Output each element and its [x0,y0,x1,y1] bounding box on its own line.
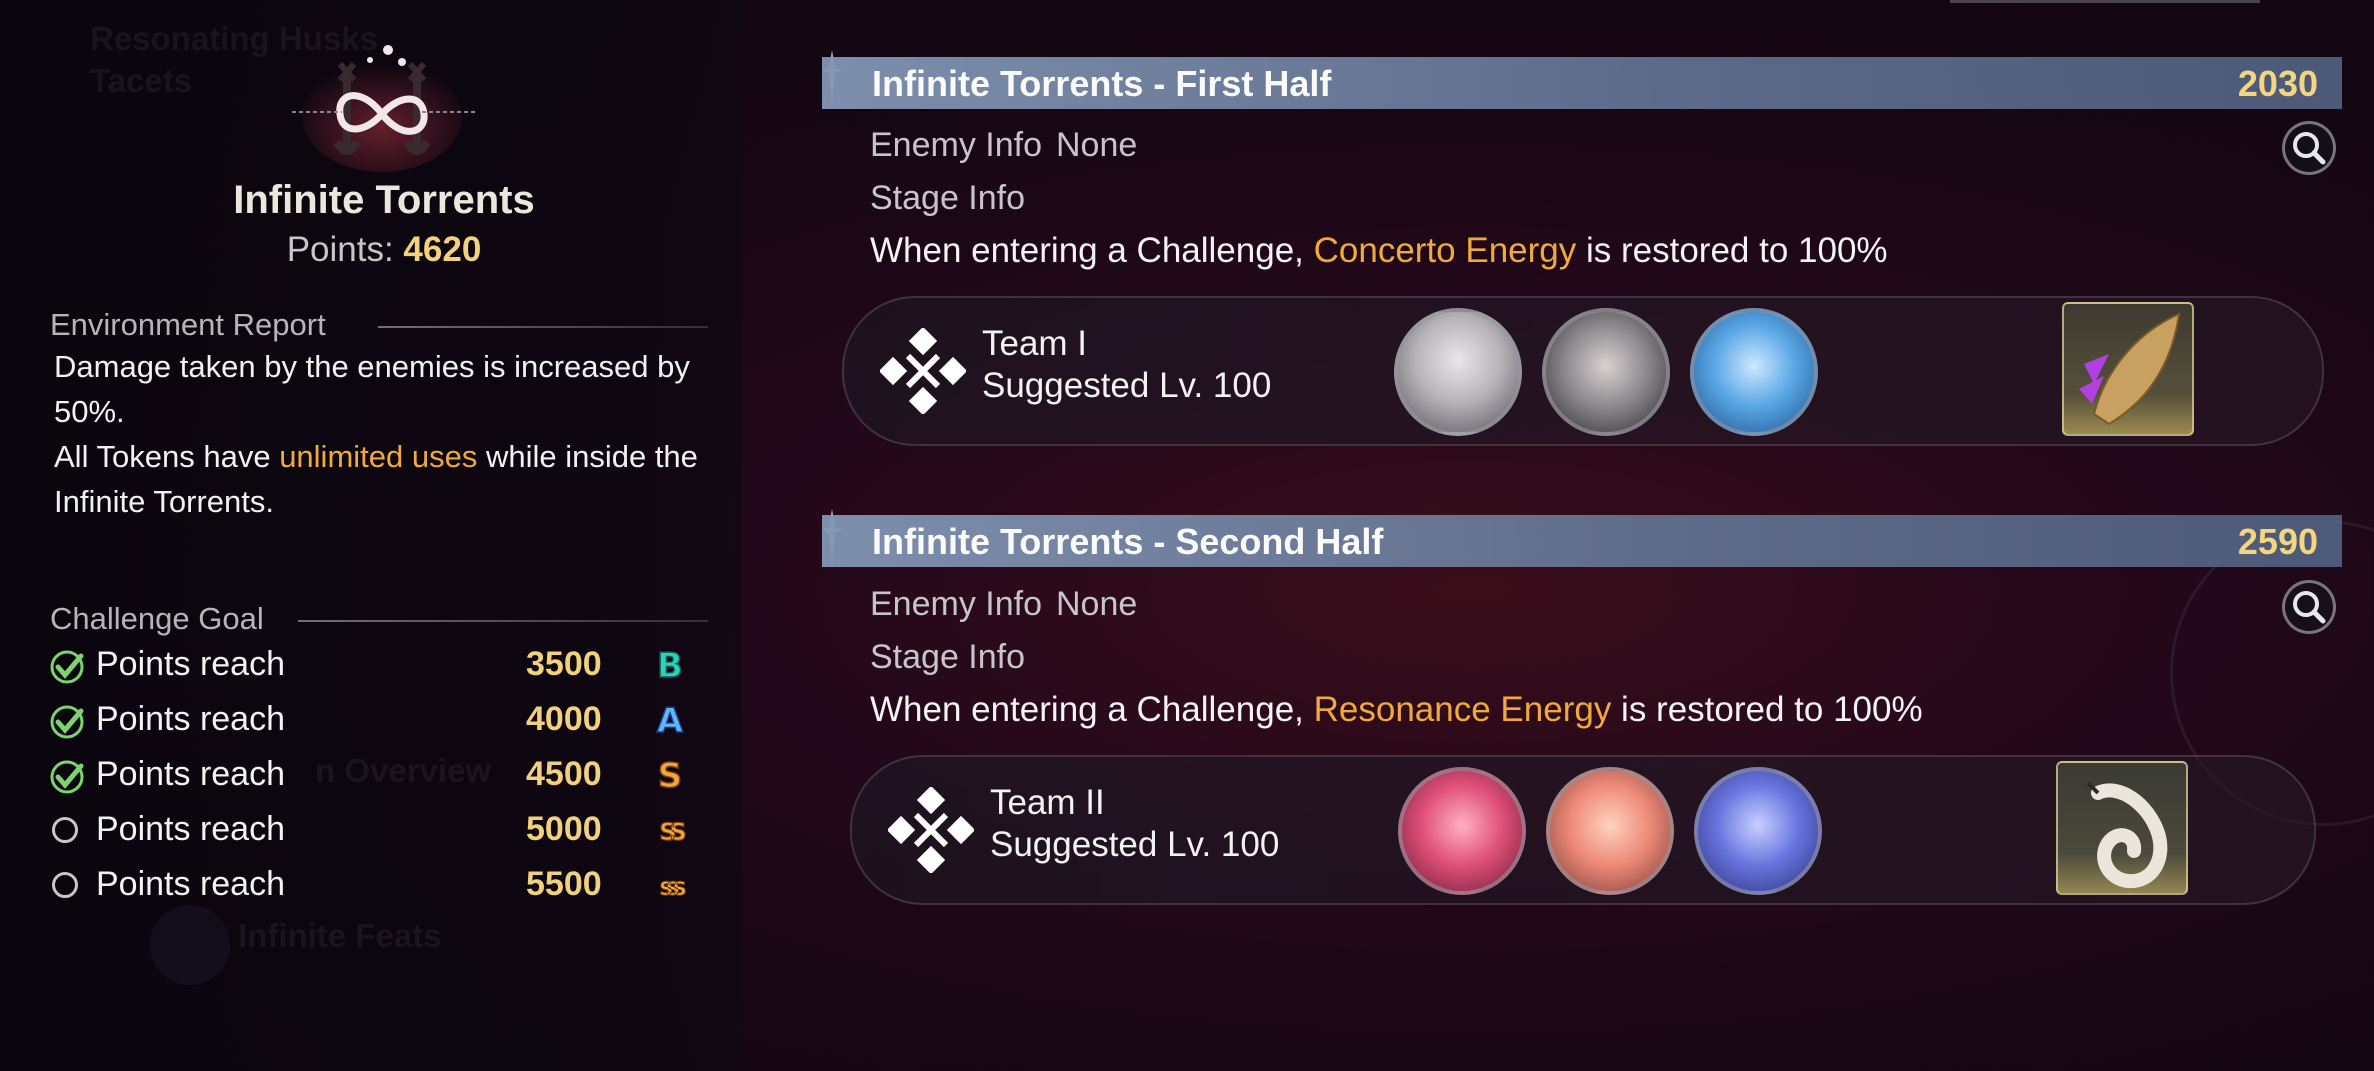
goal-value: 3500 [526,645,602,683]
enemy-info: Enemy Info None [870,126,1137,165]
team-card[interactable]: Team II Suggested Lv. 100 [850,755,2316,905]
character-avatar[interactable] [1546,767,1674,895]
goal-label: Points reach [96,810,285,848]
checkmark-icon [50,705,84,739]
team-emblem-icon [888,787,974,873]
boss-points: Points: 4620 [0,230,768,270]
desc-highlight: Concerto Energy [1313,231,1577,270]
goal-value: 4000 [526,700,602,738]
search-icon [2293,132,2326,165]
env-line-2-pre: All Tokens have [54,439,280,474]
enemy-info-value: None [1055,585,1138,623]
desc-highlight: Resonance Energy [1313,690,1612,729]
character-avatar[interactable] [1398,767,1526,895]
checkmark-icon [50,650,84,684]
stage-description: When entering a Challenge, Resonance Ene… [870,690,1923,730]
stage-info-label: Stage Info [870,638,1026,676]
goal-row: Points reach 5500 SSS [48,861,698,911]
desc-post: is restored to 100% [1611,690,1923,729]
goal-row: Points reach 4000 A [48,696,698,746]
rank-sss-icon: SSS [659,878,692,901]
team-emblem-icon [880,328,966,414]
enemy-info-label: Enemy Info [870,126,1042,164]
enemy-info-search-button[interactable] [2282,580,2336,634]
points-value: 4620 [403,230,482,269]
checkmark-icon [50,760,84,794]
rank-letter: S [658,756,683,795]
boss-emblem-icon [292,45,477,172]
goal-label: Points reach [96,755,285,793]
environment-report-title: Environment Report [50,307,326,342]
character-avatar[interactable] [1690,308,1818,436]
goal-row: Points reach 4500 S [48,751,698,801]
rank-letter: B [657,646,683,685]
stage-header: Infinite Torrents - Second Half 2590 [822,515,2342,567]
goal-label: Points reach [96,865,285,903]
environment-report-text: Damage taken by the enemies is increased… [54,344,734,524]
challenge-goal-title: Challenge Goal [50,601,264,636]
ghost-text: Infinite Feats [238,917,442,954]
goal-row: Points reach 5000 SS [48,806,698,856]
stage-title: Infinite Torrents - First Half [872,63,1332,104]
env-line-2: All Tokens have unlimited uses while ins… [54,434,734,524]
goal-label: Points reach [96,645,285,683]
stage-title: Infinite Torrents - Second Half [872,521,1384,562]
ghost-circle [150,905,230,985]
team-level: Suggested Lv. 100 [982,366,1272,405]
points-label: Points: [286,230,394,269]
character-avatar[interactable] [1542,308,1670,436]
stage-info-label: Stage Info [870,179,1026,217]
character-avatar[interactable] [1394,308,1522,436]
desc-pre: When entering a Challenge, [870,690,1314,729]
rank-ss-icon: SS [659,817,692,846]
rank-letter: SSS [659,878,686,900]
rank-a-icon: A [656,700,685,740]
rank-b-icon: B [656,645,683,685]
stage-points: 2030 [2237,63,2318,104]
env-line-2-highlight: unlimited uses [279,439,478,474]
goal-value: 4500 [526,755,602,793]
desc-pre: When entering a Challenge, [870,231,1314,270]
left-panel: Resonating Husks Tacets n Overview Infin… [0,0,742,1071]
echo-item[interactable] [2062,302,2194,436]
rank-letter: SS [659,818,685,846]
team-card[interactable]: Team I Suggested Lv. 100 [842,296,2324,446]
desc-post: is restored to 100% [1576,231,1888,270]
stage-points: 2590 [2237,521,2318,562]
goal-value: 5000 [526,810,602,848]
section-divider [378,326,708,328]
team-name: Team I [982,324,1088,363]
rank-s-icon: S [657,755,683,795]
enemy-info: Enemy Info None [870,585,1137,624]
rank-letter: A [657,701,684,740]
empty-circle-icon [52,872,78,898]
empty-circle-icon [52,817,78,843]
team-level: Suggested Lv. 100 [990,825,1280,864]
stage-description: When entering a Challenge, Concerto Ener… [870,231,1888,271]
character-avatar[interactable] [1694,767,1822,895]
goal-row: Points reach 3500 B [48,641,698,691]
goal-label: Points reach [96,700,285,738]
shell-horn-icon [2086,781,2168,889]
background-bar [1950,0,2260,3]
enemy-info-label: Enemy Info [870,585,1042,623]
boss-name: Infinite Torrents [233,178,535,222]
enemy-info-search-button[interactable] [2282,121,2336,175]
ghost-text: Tacets [90,62,193,99]
section-divider [298,620,708,622]
goal-value: 5500 [526,865,602,903]
horn-icon [2079,312,2181,426]
enemy-info-value: None [1055,126,1138,164]
stage-header: Infinite Torrents - First Half 2030 [822,57,2342,109]
echo-item[interactable] [2056,761,2188,895]
search-icon [2293,591,2326,624]
env-line-1: Damage taken by the enemies is increased… [54,349,690,429]
team-name: Team II [990,783,1105,822]
